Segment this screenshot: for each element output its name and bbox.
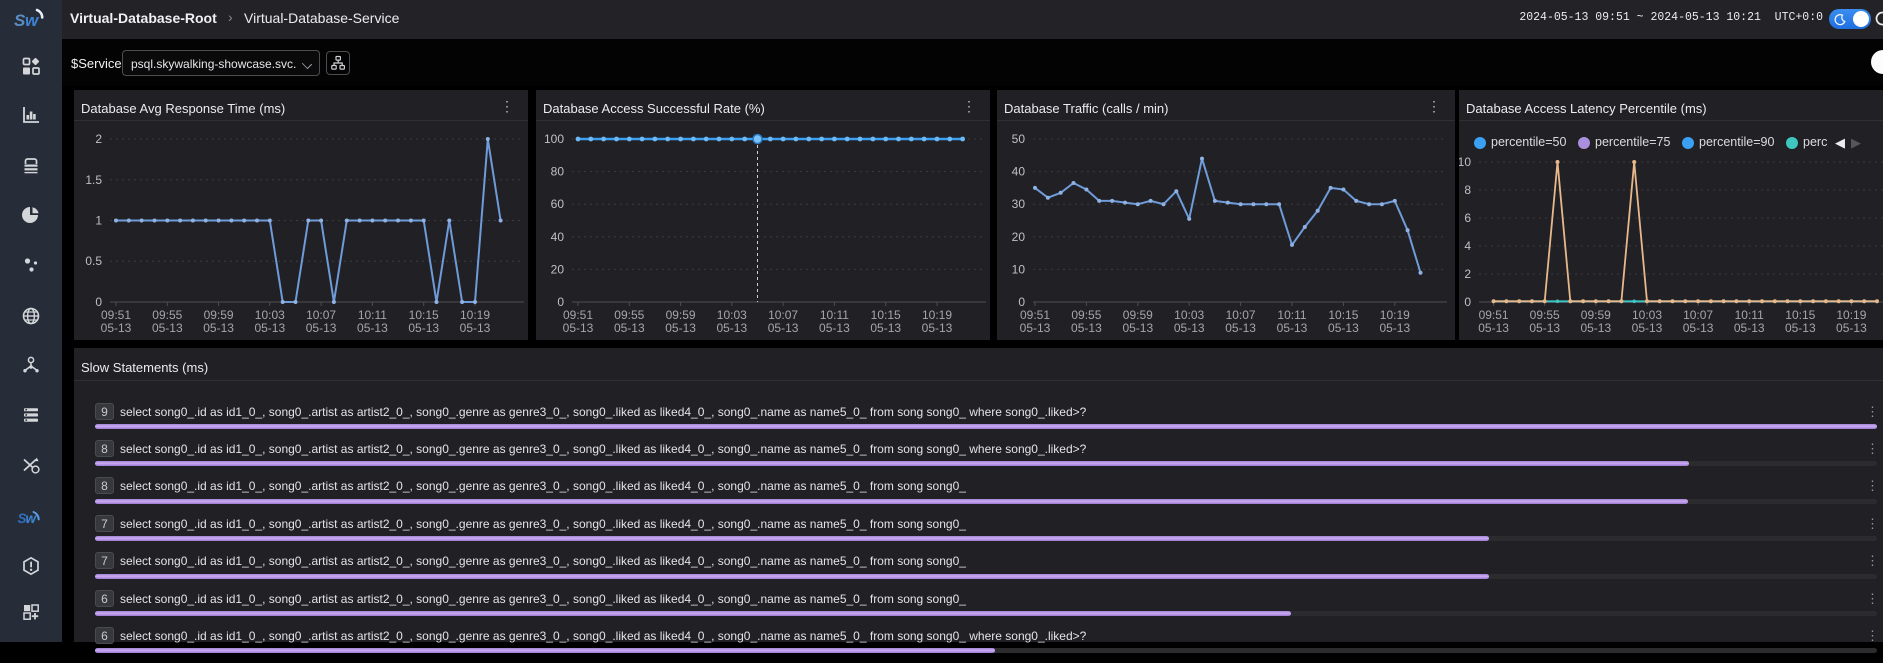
- svg-text:10:03: 10:03: [717, 308, 747, 322]
- svg-text:0: 0: [1018, 295, 1025, 309]
- svg-text:4: 4: [1464, 239, 1471, 253]
- svg-text:0.5: 0.5: [85, 254, 102, 268]
- svg-text:10:11: 10:11: [1735, 308, 1764, 322]
- svg-text:05-13: 05-13: [819, 321, 850, 335]
- svg-text:1.5: 1.5: [85, 173, 102, 187]
- svg-text:10:19: 10:19: [922, 308, 952, 322]
- svg-text:1: 1: [95, 214, 102, 228]
- svg-text:05-13: 05-13: [1071, 321, 1102, 335]
- svg-text:05-13: 05-13: [1328, 321, 1359, 335]
- svg-text:80: 80: [551, 165, 565, 179]
- svg-text:05-13: 05-13: [716, 321, 747, 335]
- svg-text:05-13: 05-13: [1122, 321, 1153, 335]
- svg-text:05-13: 05-13: [870, 321, 901, 335]
- svg-text:09:59: 09:59: [1581, 308, 1611, 322]
- svg-text:05-13: 05-13: [768, 321, 799, 335]
- svg-text:05-13: 05-13: [203, 321, 234, 335]
- svg-text:05-13: 05-13: [1785, 321, 1816, 335]
- svg-text:100: 100: [544, 132, 564, 146]
- svg-text:05-13: 05-13: [1225, 321, 1256, 335]
- svg-text:10:11: 10:11: [1277, 308, 1306, 322]
- svg-text:05-13: 05-13: [1683, 321, 1714, 335]
- svg-text:10:19: 10:19: [1836, 308, 1866, 322]
- svg-text:05-13: 05-13: [306, 321, 337, 335]
- svg-text:05-13: 05-13: [101, 321, 132, 335]
- svg-text:10:07: 10:07: [1226, 308, 1256, 322]
- svg-text:20: 20: [551, 262, 565, 276]
- svg-text:09:51: 09:51: [563, 308, 593, 322]
- svg-text:20: 20: [1012, 230, 1026, 244]
- svg-text:05-13: 05-13: [254, 321, 285, 335]
- svg-text:05-13: 05-13: [460, 321, 491, 335]
- svg-text:30: 30: [1012, 197, 1026, 211]
- svg-text:05-13: 05-13: [1478, 321, 1509, 335]
- svg-text:09:55: 09:55: [152, 308, 182, 322]
- svg-text:05-13: 05-13: [152, 321, 183, 335]
- svg-text:0: 0: [557, 295, 564, 309]
- svg-text:10:03: 10:03: [1174, 308, 1204, 322]
- svg-text:05-13: 05-13: [614, 321, 645, 335]
- svg-text:10:15: 10:15: [409, 308, 439, 322]
- svg-text:10:15: 10:15: [871, 308, 901, 322]
- svg-text:09:59: 09:59: [204, 308, 234, 322]
- svg-text:10:07: 10:07: [306, 308, 336, 322]
- svg-text:05-13: 05-13: [1174, 321, 1205, 335]
- svg-text:09:55: 09:55: [614, 308, 644, 322]
- svg-text:10:19: 10:19: [1380, 308, 1410, 322]
- svg-text:w: w: [25, 11, 40, 30]
- svg-text:10: 10: [1459, 155, 1471, 169]
- svg-text:10:03: 10:03: [1632, 308, 1662, 322]
- svg-text:40: 40: [551, 230, 565, 244]
- svg-text:40: 40: [1012, 165, 1026, 179]
- svg-text:05-13: 05-13: [1379, 321, 1410, 335]
- svg-text:05-13: 05-13: [1836, 321, 1867, 335]
- svg-text:8: 8: [1464, 183, 1471, 197]
- svg-text:09:51: 09:51: [101, 308, 131, 322]
- svg-text:05-13: 05-13: [1020, 321, 1051, 335]
- svg-text:10:11: 10:11: [358, 308, 387, 322]
- svg-text:10:07: 10:07: [1683, 308, 1713, 322]
- svg-text:05-13: 05-13: [1529, 321, 1560, 335]
- svg-text:0: 0: [95, 295, 102, 309]
- svg-text:09:59: 09:59: [666, 308, 696, 322]
- svg-text:09:55: 09:55: [1071, 308, 1101, 322]
- svg-text:50: 50: [1012, 132, 1026, 146]
- svg-text:05-13: 05-13: [1277, 321, 1308, 335]
- svg-text:05-13: 05-13: [357, 321, 388, 335]
- svg-text:10:03: 10:03: [255, 308, 285, 322]
- svg-text:09:51: 09:51: [1479, 308, 1509, 322]
- svg-text:2: 2: [95, 132, 102, 146]
- svg-text:05-13: 05-13: [1734, 321, 1765, 335]
- svg-text:09:51: 09:51: [1020, 308, 1050, 322]
- svg-text:2: 2: [1464, 267, 1471, 281]
- svg-text:6: 6: [1464, 211, 1471, 225]
- svg-text:10:19: 10:19: [460, 308, 490, 322]
- svg-text:10: 10: [1012, 262, 1026, 276]
- svg-text:0: 0: [1464, 295, 1471, 309]
- svg-text:05-13: 05-13: [563, 321, 594, 335]
- svg-text:05-13: 05-13: [665, 321, 696, 335]
- svg-text:05-13: 05-13: [408, 321, 439, 335]
- svg-text:05-13: 05-13: [1580, 321, 1611, 335]
- svg-text:10:15: 10:15: [1785, 308, 1815, 322]
- svg-text:09:55: 09:55: [1530, 308, 1560, 322]
- svg-text:10:07: 10:07: [768, 308, 798, 322]
- svg-text:09:59: 09:59: [1123, 308, 1153, 322]
- svg-text:05-13: 05-13: [922, 321, 953, 335]
- svg-text:60: 60: [551, 197, 565, 211]
- svg-text:10:11: 10:11: [820, 308, 849, 322]
- svg-text:05-13: 05-13: [1632, 321, 1663, 335]
- svg-text:10:15: 10:15: [1328, 308, 1358, 322]
